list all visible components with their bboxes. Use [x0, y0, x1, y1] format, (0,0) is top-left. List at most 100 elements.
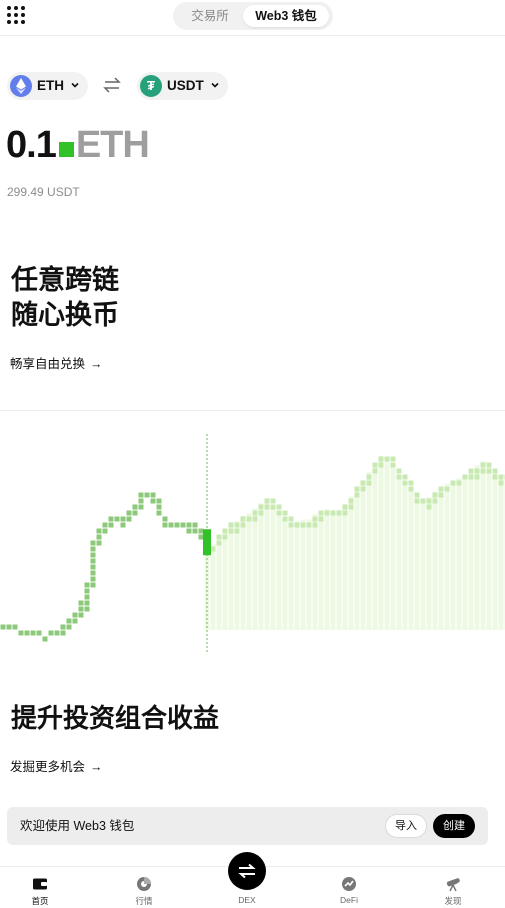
discover-opportunities-link[interactable]: 发掘更多机会 →	[10, 756, 103, 775]
chart-point	[120, 516, 126, 522]
chart-fill-column	[492, 472, 498, 630]
promo-headline: 任意跨链 随心换币	[11, 263, 119, 333]
from-token-selector[interactable]: ETH	[7, 72, 88, 100]
nav-discover[interactable]: 发现	[423, 867, 483, 908]
chart-point	[66, 624, 72, 630]
chart-point	[216, 540, 222, 546]
chart-point	[270, 504, 276, 510]
apps-grid-icon[interactable]	[7, 6, 25, 24]
chart-fill-column	[390, 466, 396, 630]
tab-web3-wallet[interactable]: Web3 钱包	[243, 5, 329, 27]
chart-fill-column	[318, 510, 324, 630]
nav-dex-button[interactable]	[228, 852, 266, 890]
chart-fill-column	[456, 478, 462, 630]
chart-point	[354, 486, 360, 492]
chart-point	[258, 504, 264, 510]
chart-point	[222, 528, 228, 534]
chart-point	[462, 474, 468, 480]
chart-point	[252, 510, 258, 516]
chart-point	[186, 522, 192, 528]
chart-point	[84, 606, 90, 612]
chart-fill-column	[252, 508, 258, 630]
chart-fill-column	[450, 481, 456, 630]
eth-icon	[10, 75, 32, 97]
chart-point	[264, 504, 270, 510]
chart-point	[96, 540, 102, 546]
chart-fill-column	[264, 497, 270, 630]
chart-point	[294, 522, 300, 528]
chart-point	[372, 462, 378, 468]
chart-point	[282, 516, 288, 522]
chart-point	[390, 456, 396, 462]
chart-fill-column	[402, 482, 408, 630]
chart-point	[186, 528, 192, 534]
import-wallet-button[interactable]: 导入	[385, 814, 427, 838]
chart-fill-column	[330, 512, 336, 630]
swap-direction-icon[interactable]	[102, 76, 122, 94]
nav-defi[interactable]: DeFi	[319, 867, 379, 908]
chart-point	[276, 504, 282, 510]
chart-point	[360, 480, 366, 486]
chart-point	[132, 510, 138, 516]
chart-point	[90, 582, 96, 588]
chart-point	[486, 468, 492, 474]
chart-fill-column	[282, 516, 288, 630]
chart-point	[468, 468, 474, 474]
chart-point	[102, 528, 108, 534]
chart-fill-column	[228, 524, 234, 630]
chart-point	[456, 480, 462, 486]
create-wallet-button[interactable]: 创建	[433, 814, 475, 838]
nav-market[interactable]: 行情	[114, 867, 174, 908]
chart-point	[90, 558, 96, 564]
chart-point	[480, 468, 486, 474]
chart-fill-column	[342, 504, 348, 630]
chart-point	[438, 486, 444, 492]
usdt-icon: ₮	[140, 75, 162, 97]
chart-point	[432, 498, 438, 504]
tab-exchange[interactable]: 交易所	[177, 5, 243, 27]
chart-point	[126, 510, 132, 516]
top-bar: 交易所 Web3 钱包	[0, 0, 505, 36]
chart-fill-column	[384, 458, 390, 630]
chart-point	[102, 522, 108, 528]
chart-point	[192, 522, 198, 528]
chart-point	[492, 468, 498, 474]
chart-point	[240, 516, 246, 522]
chart-point	[108, 522, 114, 528]
chart-point	[360, 486, 366, 492]
chart-fill-column	[462, 475, 468, 630]
chart-fill-column	[240, 515, 246, 630]
to-token-selector[interactable]: ₮ USDT	[137, 72, 228, 100]
amount-unit: ETH	[75, 124, 150, 166]
chart-point	[450, 480, 456, 486]
chart-point	[84, 600, 90, 606]
swap-amount-input[interactable]: 0.1 ETH	[6, 124, 150, 166]
nav-home[interactable]: 首页	[10, 867, 70, 908]
chart-fill-column	[396, 474, 402, 630]
chart-point	[414, 498, 420, 504]
chart-point	[366, 480, 372, 486]
chart-point	[192, 528, 198, 534]
chart-point	[156, 498, 162, 504]
chart-fill-column	[438, 486, 444, 630]
chart-point	[234, 528, 240, 534]
discover-icon	[446, 878, 460, 892]
chart-point	[12, 624, 18, 630]
chart-point	[444, 486, 450, 492]
wallet-icon	[33, 878, 47, 890]
chart-point	[36, 630, 42, 636]
chart-point	[150, 498, 156, 504]
chevron-down-icon	[71, 82, 79, 88]
chart-point	[396, 474, 402, 480]
chart-fill-column	[414, 497, 420, 630]
chart-point	[474, 474, 480, 480]
chart-point	[54, 630, 60, 636]
chart-point	[468, 474, 474, 480]
mode-switch: 交易所 Web3 钱包	[173, 2, 333, 30]
free-swap-link[interactable]: 畅享自由兑换 →	[10, 353, 103, 372]
chart-point	[426, 504, 432, 510]
chart-point	[72, 618, 78, 624]
chart-fill-column	[366, 472, 372, 630]
welcome-banner: 欢迎使用 Web3 钱包 导入 创建	[7, 807, 488, 845]
chart-point	[438, 492, 444, 498]
